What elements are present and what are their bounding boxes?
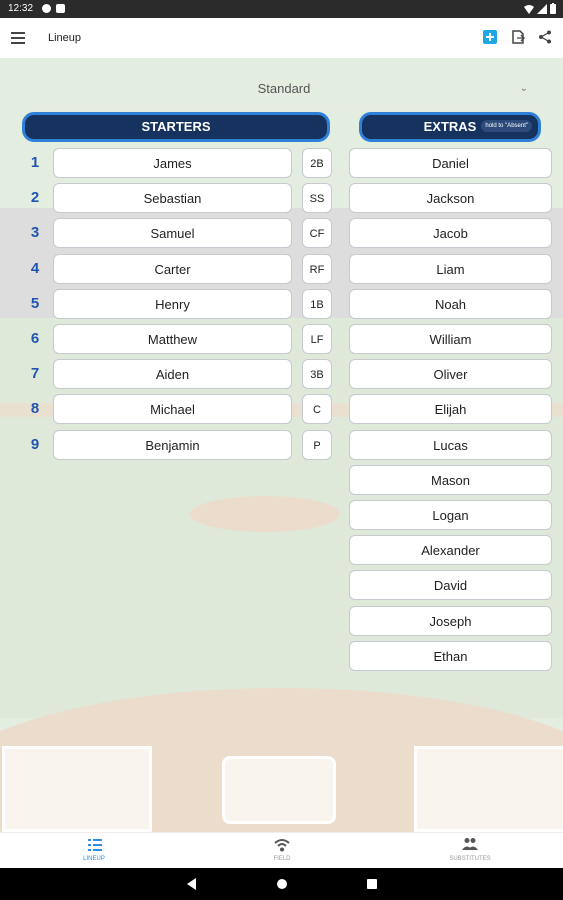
tab-label: FIELD bbox=[273, 856, 291, 862]
batting-order-number: 9 bbox=[30, 436, 40, 453]
batting-order-number: 7 bbox=[30, 365, 40, 382]
tab-field[interactable]: FIELD bbox=[222, 833, 342, 869]
batting-order-number: 3 bbox=[30, 224, 40, 241]
status-bar: 12:32 bbox=[0, 0, 563, 18]
extra-player-slot[interactable]: Jacob bbox=[349, 218, 552, 248]
position-slot[interactable]: 3B bbox=[302, 359, 332, 389]
position-slot[interactable]: SS bbox=[302, 183, 332, 213]
starter-name-slot[interactable]: James bbox=[53, 148, 292, 178]
extra-player-slot[interactable]: Ethan bbox=[349, 641, 552, 671]
home-icon[interactable] bbox=[276, 878, 288, 890]
chevron-down-icon: ⌄ bbox=[519, 83, 528, 94]
starter-name-slot[interactable]: Aiden bbox=[53, 359, 292, 389]
position-slot[interactable]: C bbox=[302, 394, 332, 424]
extra-player-slot[interactable]: Liam bbox=[349, 254, 552, 284]
home-plate-area bbox=[222, 756, 336, 824]
tab-label: LINEUP bbox=[83, 856, 105, 862]
status-time: 12:32 bbox=[8, 3, 34, 14]
extras-header-label: EXTRAS bbox=[423, 119, 477, 134]
people-icon bbox=[462, 838, 478, 850]
list-icon bbox=[88, 839, 102, 851]
starters-header: STARTERS bbox=[22, 112, 330, 142]
position-slot[interactable]: RF bbox=[302, 254, 332, 284]
lineup-type-dropdown[interactable]: Standard ⌄ bbox=[30, 72, 538, 107]
dugout-right bbox=[414, 746, 563, 832]
starter-name-slot[interactable]: Sebastian bbox=[53, 183, 292, 213]
storage-notification-icon bbox=[56, 4, 65, 13]
add-icon[interactable] bbox=[483, 30, 497, 44]
wifi-icon bbox=[524, 5, 534, 14]
extras-header: EXTRAS hold to "Absent" bbox=[359, 112, 541, 142]
extra-player-slot[interactable]: William bbox=[349, 324, 552, 354]
bottom-navigation: LINEUP FIELD SUBSTITUTES bbox=[0, 832, 563, 869]
position-slot[interactable]: LF bbox=[302, 324, 332, 354]
extra-player-slot[interactable]: Jackson bbox=[349, 183, 552, 213]
extra-player-slot[interactable]: Daniel bbox=[349, 148, 552, 178]
batting-order-number: 4 bbox=[30, 260, 40, 277]
extra-player-slot[interactable]: Elijah bbox=[349, 394, 552, 424]
menu-icon[interactable] bbox=[11, 32, 25, 47]
starter-name-slot[interactable]: Carter bbox=[53, 254, 292, 284]
tab-substitutes[interactable]: SUBSTITUTES bbox=[410, 833, 530, 869]
recents-icon[interactable] bbox=[366, 878, 378, 890]
system-navigation-bar bbox=[0, 868, 563, 900]
extra-player-slot[interactable]: Oliver bbox=[349, 359, 552, 389]
starter-name-slot[interactable]: Samuel bbox=[53, 218, 292, 248]
batting-order-number: 2 bbox=[30, 189, 40, 206]
position-slot[interactable]: 2B bbox=[302, 148, 332, 178]
app-notification-icon bbox=[42, 4, 51, 13]
starter-name-slot[interactable]: Henry bbox=[53, 289, 292, 319]
starter-name-slot[interactable]: Matthew bbox=[53, 324, 292, 354]
extra-player-slot[interactable]: Lucas bbox=[349, 430, 552, 460]
position-slot[interactable]: P bbox=[302, 430, 332, 460]
lineup-type-value: Standard bbox=[257, 81, 311, 96]
dugout-left bbox=[2, 746, 152, 832]
extra-player-slot[interactable]: Mason bbox=[349, 465, 552, 495]
extra-player-slot[interactable]: Alexander bbox=[349, 535, 552, 565]
app-bar: Lineup bbox=[0, 18, 563, 58]
batting-order-number: 6 bbox=[30, 330, 40, 347]
pitchers-mound bbox=[190, 496, 340, 532]
batting-order-number: 5 bbox=[30, 295, 40, 312]
starter-name-slot[interactable]: Michael bbox=[53, 394, 292, 424]
tab-label: SUBSTITUTES bbox=[449, 856, 491, 862]
back-icon[interactable] bbox=[186, 878, 198, 890]
extra-player-slot[interactable]: Joseph bbox=[349, 606, 552, 636]
position-slot[interactable]: 1B bbox=[302, 289, 332, 319]
page-title: Lineup bbox=[48, 32, 82, 44]
battery-icon bbox=[550, 3, 556, 14]
field-icon bbox=[274, 839, 290, 852]
absent-hint: hold to "Absent" bbox=[481, 120, 532, 132]
batting-order-number: 8 bbox=[30, 400, 40, 417]
extra-player-slot[interactable]: Logan bbox=[349, 500, 552, 530]
export-icon[interactable] bbox=[511, 30, 525, 44]
position-slot[interactable]: CF bbox=[302, 218, 332, 248]
tab-lineup[interactable]: LINEUP bbox=[34, 833, 154, 869]
signal-icon bbox=[537, 4, 547, 14]
batting-order-number: 1 bbox=[30, 154, 40, 171]
extra-player-slot[interactable]: Noah bbox=[349, 289, 552, 319]
starter-name-slot[interactable]: Benjamin bbox=[53, 430, 292, 460]
share-icon[interactable] bbox=[538, 30, 552, 44]
extra-player-slot[interactable]: David bbox=[349, 570, 552, 600]
